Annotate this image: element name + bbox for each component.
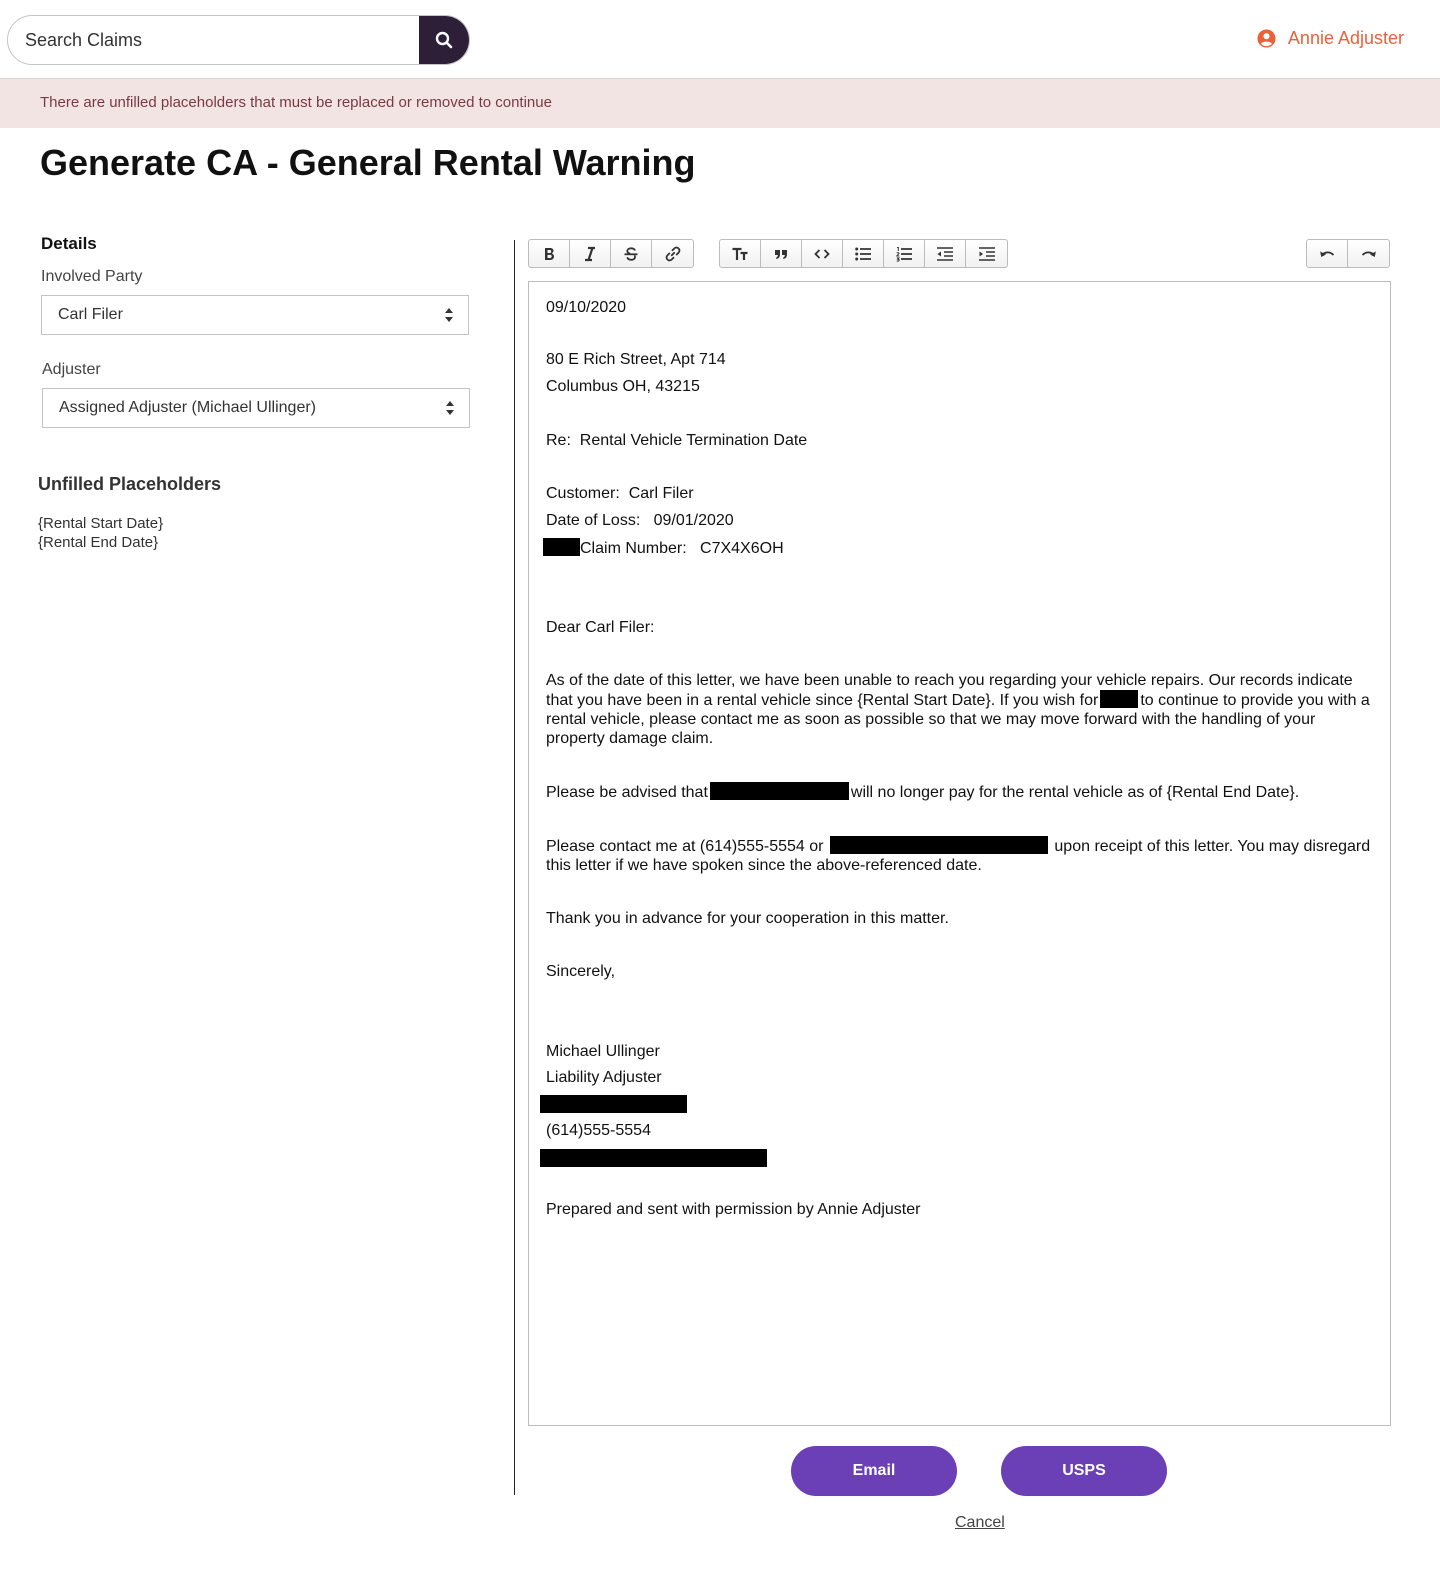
- prepared-by-line: Prepared and sent with permission by Ann…: [546, 1201, 921, 1218]
- redacted-text: [1100, 690, 1139, 708]
- usps-button[interactable]: USPS: [1001, 1446, 1167, 1496]
- address-line2: Columbus OH, 43215: [546, 378, 700, 395]
- indent-icon: [978, 246, 995, 261]
- search-bar: [7, 15, 470, 65]
- date-of-loss-value: 09/01/2020: [653, 512, 734, 529]
- strikethrough-icon: [624, 246, 638, 261]
- customer-value: Carl Filer: [628, 485, 694, 502]
- customer-line: Customer: Carl Filer: [546, 484, 1373, 503]
- warning-banner: There are unfilled placeholders that mus…: [0, 79, 1440, 128]
- letter-date: 09/10/2020: [546, 299, 627, 316]
- address-line1: 80 E Rich Street, Apt 714: [546, 351, 726, 368]
- claim-number-value: C7X4X6OH: [700, 540, 784, 557]
- format-toolbar-group: [528, 239, 694, 268]
- indent-button[interactable]: [966, 240, 1007, 267]
- date-of-loss-line: Date of Loss: 09/01/2020: [546, 511, 1373, 530]
- strikethrough-button[interactable]: [611, 240, 652, 267]
- claim-number-line: Claim Number: C7X4X6OH: [543, 538, 1373, 558]
- history-toolbar-group: [1306, 239, 1390, 268]
- letter-thanks: Thank you in advance for your cooperatio…: [546, 910, 949, 927]
- bullet-list-button[interactable]: [843, 240, 884, 267]
- date-of-loss-label: Date of Loss:: [546, 512, 641, 529]
- salutation: Dear Carl Filer:: [546, 619, 655, 636]
- outdent-button[interactable]: [925, 240, 966, 267]
- unfilled-placeholders-list: {Rental Start Date} {Rental End Date}: [38, 514, 163, 552]
- block-toolbar-group: [719, 239, 1008, 268]
- letter-paragraph-3: Please contact me at (614)555-5554 or up…: [546, 836, 1373, 875]
- bold-button[interactable]: [529, 240, 570, 267]
- re-label: Re:: [546, 432, 571, 449]
- involved-party-value: Carl Filer: [58, 306, 123, 323]
- paragraph-text: Please contact me at (614)555-5554 or: [546, 838, 824, 855]
- page-title: Generate CA - General Rental Warning: [40, 142, 696, 183]
- numbered-list-icon: [896, 246, 912, 262]
- italic-button[interactable]: [570, 240, 611, 267]
- signer-phone: (614)555-5554: [546, 1122, 651, 1139]
- adjuster-label: Adjuster: [42, 361, 101, 378]
- adjuster-select[interactable]: Assigned Adjuster (Michael Ullinger): [42, 388, 470, 428]
- redacted-text: [540, 1095, 687, 1113]
- letter-editor[interactable]: 09/10/2020 80 E Rich Street, Apt 714 Col…: [528, 281, 1391, 1426]
- outdent-icon: [937, 246, 953, 261]
- redacted-text: [543, 538, 580, 556]
- letter-closing: Sincerely,: [546, 963, 616, 980]
- bold-icon: [545, 247, 554, 260]
- redo-button[interactable]: [1348, 240, 1389, 267]
- details-heading: Details: [41, 234, 97, 253]
- email-button[interactable]: Email: [791, 1446, 957, 1496]
- unfilled-placeholders-heading: Unfilled Placeholders: [38, 474, 222, 494]
- select-arrows-icon: [445, 308, 453, 322]
- re-line: Re: Rental Vehicle Termination Date: [546, 431, 1373, 450]
- claim-number-label: Claim Number:: [580, 540, 687, 557]
- re-value: Rental Vehicle Termination Date: [579, 432, 808, 449]
- signer-title: Liability Adjuster: [546, 1069, 662, 1086]
- select-arrows-icon: [446, 401, 454, 415]
- heading-icon: [732, 247, 748, 260]
- user-avatar-icon: [1257, 29, 1276, 48]
- user-name: Annie Adjuster: [1287, 28, 1404, 48]
- involved-party-label: Involved Party: [41, 268, 143, 285]
- search-button[interactable]: [419, 16, 469, 64]
- undo-icon: [1320, 251, 1335, 257]
- redacted-text: [540, 1149, 767, 1167]
- paragraph-text: Please be advised that: [546, 784, 708, 801]
- search-icon: [435, 31, 453, 49]
- signer-name: Michael Ullinger: [546, 1043, 660, 1060]
- heading-button[interactable]: [720, 240, 761, 267]
- involved-party-select[interactable]: Carl Filer: [41, 295, 469, 335]
- cancel-link[interactable]: Cancel: [955, 1514, 1005, 1532]
- top-header: Annie Adjuster: [0, 0, 1440, 79]
- list-item: {Rental End Date}: [38, 534, 159, 551]
- link-button[interactable]: [652, 240, 693, 267]
- letter-paragraph-1: As of the date of this letter, we have b…: [546, 671, 1373, 748]
- link-icon: [665, 246, 680, 261]
- code-button[interactable]: [802, 240, 843, 267]
- search-input[interactable]: [8, 16, 421, 64]
- user-menu[interactable]: Annie Adjuster: [1257, 28, 1404, 49]
- quote-icon: [775, 249, 787, 259]
- panel-divider: [514, 240, 515, 1495]
- code-icon: [814, 248, 830, 259]
- undo-button[interactable]: [1307, 240, 1348, 267]
- list-item: {Rental Start Date}: [38, 515, 164, 532]
- customer-label: Customer:: [546, 485, 620, 502]
- italic-icon: [585, 246, 595, 261]
- redo-icon: [1361, 251, 1376, 257]
- redacted-text: [829, 836, 1048, 854]
- adjuster-value: Assigned Adjuster (Michael Ullinger): [59, 399, 316, 416]
- bullet-list-icon: [855, 247, 871, 260]
- numbered-list-button[interactable]: [884, 240, 925, 267]
- quote-button[interactable]: [761, 240, 802, 267]
- letter-paragraph-2: Please be advised that will no longer pay…: [546, 782, 1373, 802]
- redacted-text: [709, 782, 849, 800]
- paragraph-text: will no longer pay for the rental vehicl…: [850, 784, 1300, 801]
